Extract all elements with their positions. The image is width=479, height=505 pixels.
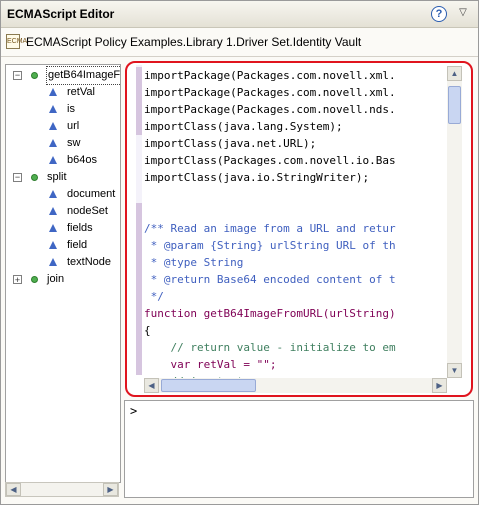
- tree-node-field[interactable]: field: [6, 237, 120, 254]
- tree-node-label: b64os: [67, 154, 97, 166]
- tree-node-url[interactable]: url: [6, 118, 120, 135]
- expand-icon[interactable]: +: [13, 275, 22, 285]
- code-line[interactable]: /** Read an image from a URL and retur: [144, 220, 446, 237]
- variable-triangle-icon: [49, 122, 57, 130]
- scroll-left-icon[interactable]: ◀: [6, 483, 21, 496]
- tree-node-label: field: [67, 239, 88, 251]
- code-editor[interactable]: importPackage(Packages.com.novell.xml. im…: [125, 61, 473, 397]
- editor-vertical-scrollbar[interactable]: ▲ ▼: [447, 66, 462, 378]
- ecmascript-editor-window: ECMAScript Editor ? ▽ ECMA ECMAScript Po…: [0, 0, 479, 505]
- tree-node-fields[interactable]: fields: [6, 220, 120, 237]
- code-line[interactable]: importClass(java.net.URL);: [144, 135, 446, 152]
- scroll-right-icon[interactable]: ▶: [432, 378, 447, 393]
- ecma-file-icon: ECMA: [6, 34, 27, 49]
- policy-path: ECMAScript Policy Examples.Library 1.Dri…: [26, 35, 362, 49]
- collapse-icon[interactable]: −: [13, 71, 22, 80]
- tree-node-split[interactable]: − split: [6, 169, 120, 186]
- horizontal-scroll-thumb[interactable]: [161, 379, 256, 392]
- view-menu-button[interactable]: ▽: [457, 7, 469, 19]
- variable-triangle-icon: [49, 224, 57, 232]
- path-bar: ECMA ECMAScript Policy Examples.Library …: [1, 28, 478, 57]
- code-line[interactable]: importClass(Packages.com.novell.io.Bas: [144, 152, 446, 169]
- variable-triangle-icon: [49, 139, 57, 147]
- code-line[interactable]: * @type String: [144, 254, 446, 271]
- change-marker: [136, 67, 142, 135]
- scroll-right-icon[interactable]: ▶: [103, 483, 118, 496]
- tree-node-textnode[interactable]: textNode: [6, 254, 120, 271]
- code-line[interactable]: // return value - initialize to em: [144, 339, 446, 356]
- variable-triangle-icon: [49, 207, 57, 215]
- variable-triangle-icon: [49, 88, 57, 96]
- tree-node-nodeset[interactable]: nodeSet: [6, 203, 120, 220]
- console-prompt: >: [130, 404, 138, 418]
- tree-node-b64os[interactable]: b64os: [6, 152, 120, 169]
- collapse-icon[interactable]: −: [13, 173, 22, 182]
- code-line[interactable]: function getB64ImageFromURL(urlString): [144, 305, 446, 322]
- code-line[interactable]: importClass(java.lang.System);: [144, 118, 446, 135]
- tree-node-label: fields: [67, 222, 93, 234]
- code-line[interactable]: var retVal = "";: [144, 356, 446, 373]
- variable-triangle-icon: [49, 258, 57, 266]
- tree-node-label: nodeSet: [67, 205, 108, 217]
- tree-node-document[interactable]: document: [6, 186, 120, 203]
- scroll-up-icon[interactable]: ▲: [447, 66, 462, 81]
- tree-node-is[interactable]: is: [6, 101, 120, 118]
- variable-triangle-icon: [49, 105, 57, 113]
- code-line[interactable]: * @param {String} urlString URL of th: [144, 237, 446, 254]
- code-line[interactable]: [144, 203, 446, 220]
- tree-node-label: is: [67, 103, 75, 115]
- tree-horizontal-scrollbar[interactable]: ◀ ▶: [5, 482, 119, 497]
- code-line[interactable]: importClass(java.io.StringWriter);: [144, 169, 446, 186]
- console-pane[interactable]: >: [124, 400, 474, 498]
- scroll-down-icon[interactable]: ▼: [447, 363, 462, 378]
- code-line[interactable]: {: [144, 322, 446, 339]
- tree-node-label: retVal: [67, 86, 95, 98]
- tree-node-label: document: [67, 188, 116, 200]
- code-line[interactable]: [144, 186, 446, 203]
- editor-horizontal-scrollbar[interactable]: ◀ ▶: [144, 378, 447, 393]
- tree-node-label: getB64ImageF: [45, 66, 120, 85]
- window-title: ECMAScript Editor: [7, 7, 115, 21]
- scroll-left-icon[interactable]: ◀: [144, 378, 159, 393]
- code-line[interactable]: importPackage(Packages.com.novell.nds.: [144, 101, 446, 118]
- tree-node-sw[interactable]: sw: [6, 135, 120, 152]
- tree-node-label: url: [67, 120, 80, 132]
- help-button[interactable]: ?: [431, 6, 447, 22]
- function-dot-icon: [31, 174, 38, 181]
- tree-node-getb64imagef[interactable]: − getB64ImageF: [6, 66, 120, 85]
- tree-node-join[interactable]: + join: [6, 271, 120, 288]
- code-line[interactable]: */: [144, 288, 446, 305]
- function-dot-icon: [31, 72, 38, 79]
- tree-node-retval[interactable]: retVal: [6, 84, 120, 101]
- tree-node-label: sw: [67, 137, 81, 149]
- tree-node-label: textNode: [67, 256, 112, 268]
- variable-triangle-icon: [49, 241, 57, 249]
- code-line[interactable]: * @return Base64 encoded content of t: [144, 271, 446, 288]
- code-text-area[interactable]: importPackage(Packages.com.novell.xml. im…: [144, 67, 446, 379]
- vertical-scroll-thumb[interactable]: [448, 86, 461, 124]
- tree-node-label: split: [47, 171, 67, 183]
- variable-triangle-icon: [49, 190, 57, 198]
- code-line[interactable]: importPackage(Packages.com.novell.xml.: [144, 67, 446, 84]
- code-line[interactable]: importPackage(Packages.com.novell.xml.: [144, 84, 446, 101]
- title-bar: ECMAScript Editor ? ▽: [1, 1, 478, 28]
- function-dot-icon: [31, 276, 38, 283]
- outline-tree[interactable]: − getB64ImageF retVal is url sw b64os − …: [5, 64, 121, 483]
- variable-triangle-icon: [49, 156, 57, 164]
- change-marker: [136, 203, 142, 375]
- tree-node-label: join: [47, 273, 65, 285]
